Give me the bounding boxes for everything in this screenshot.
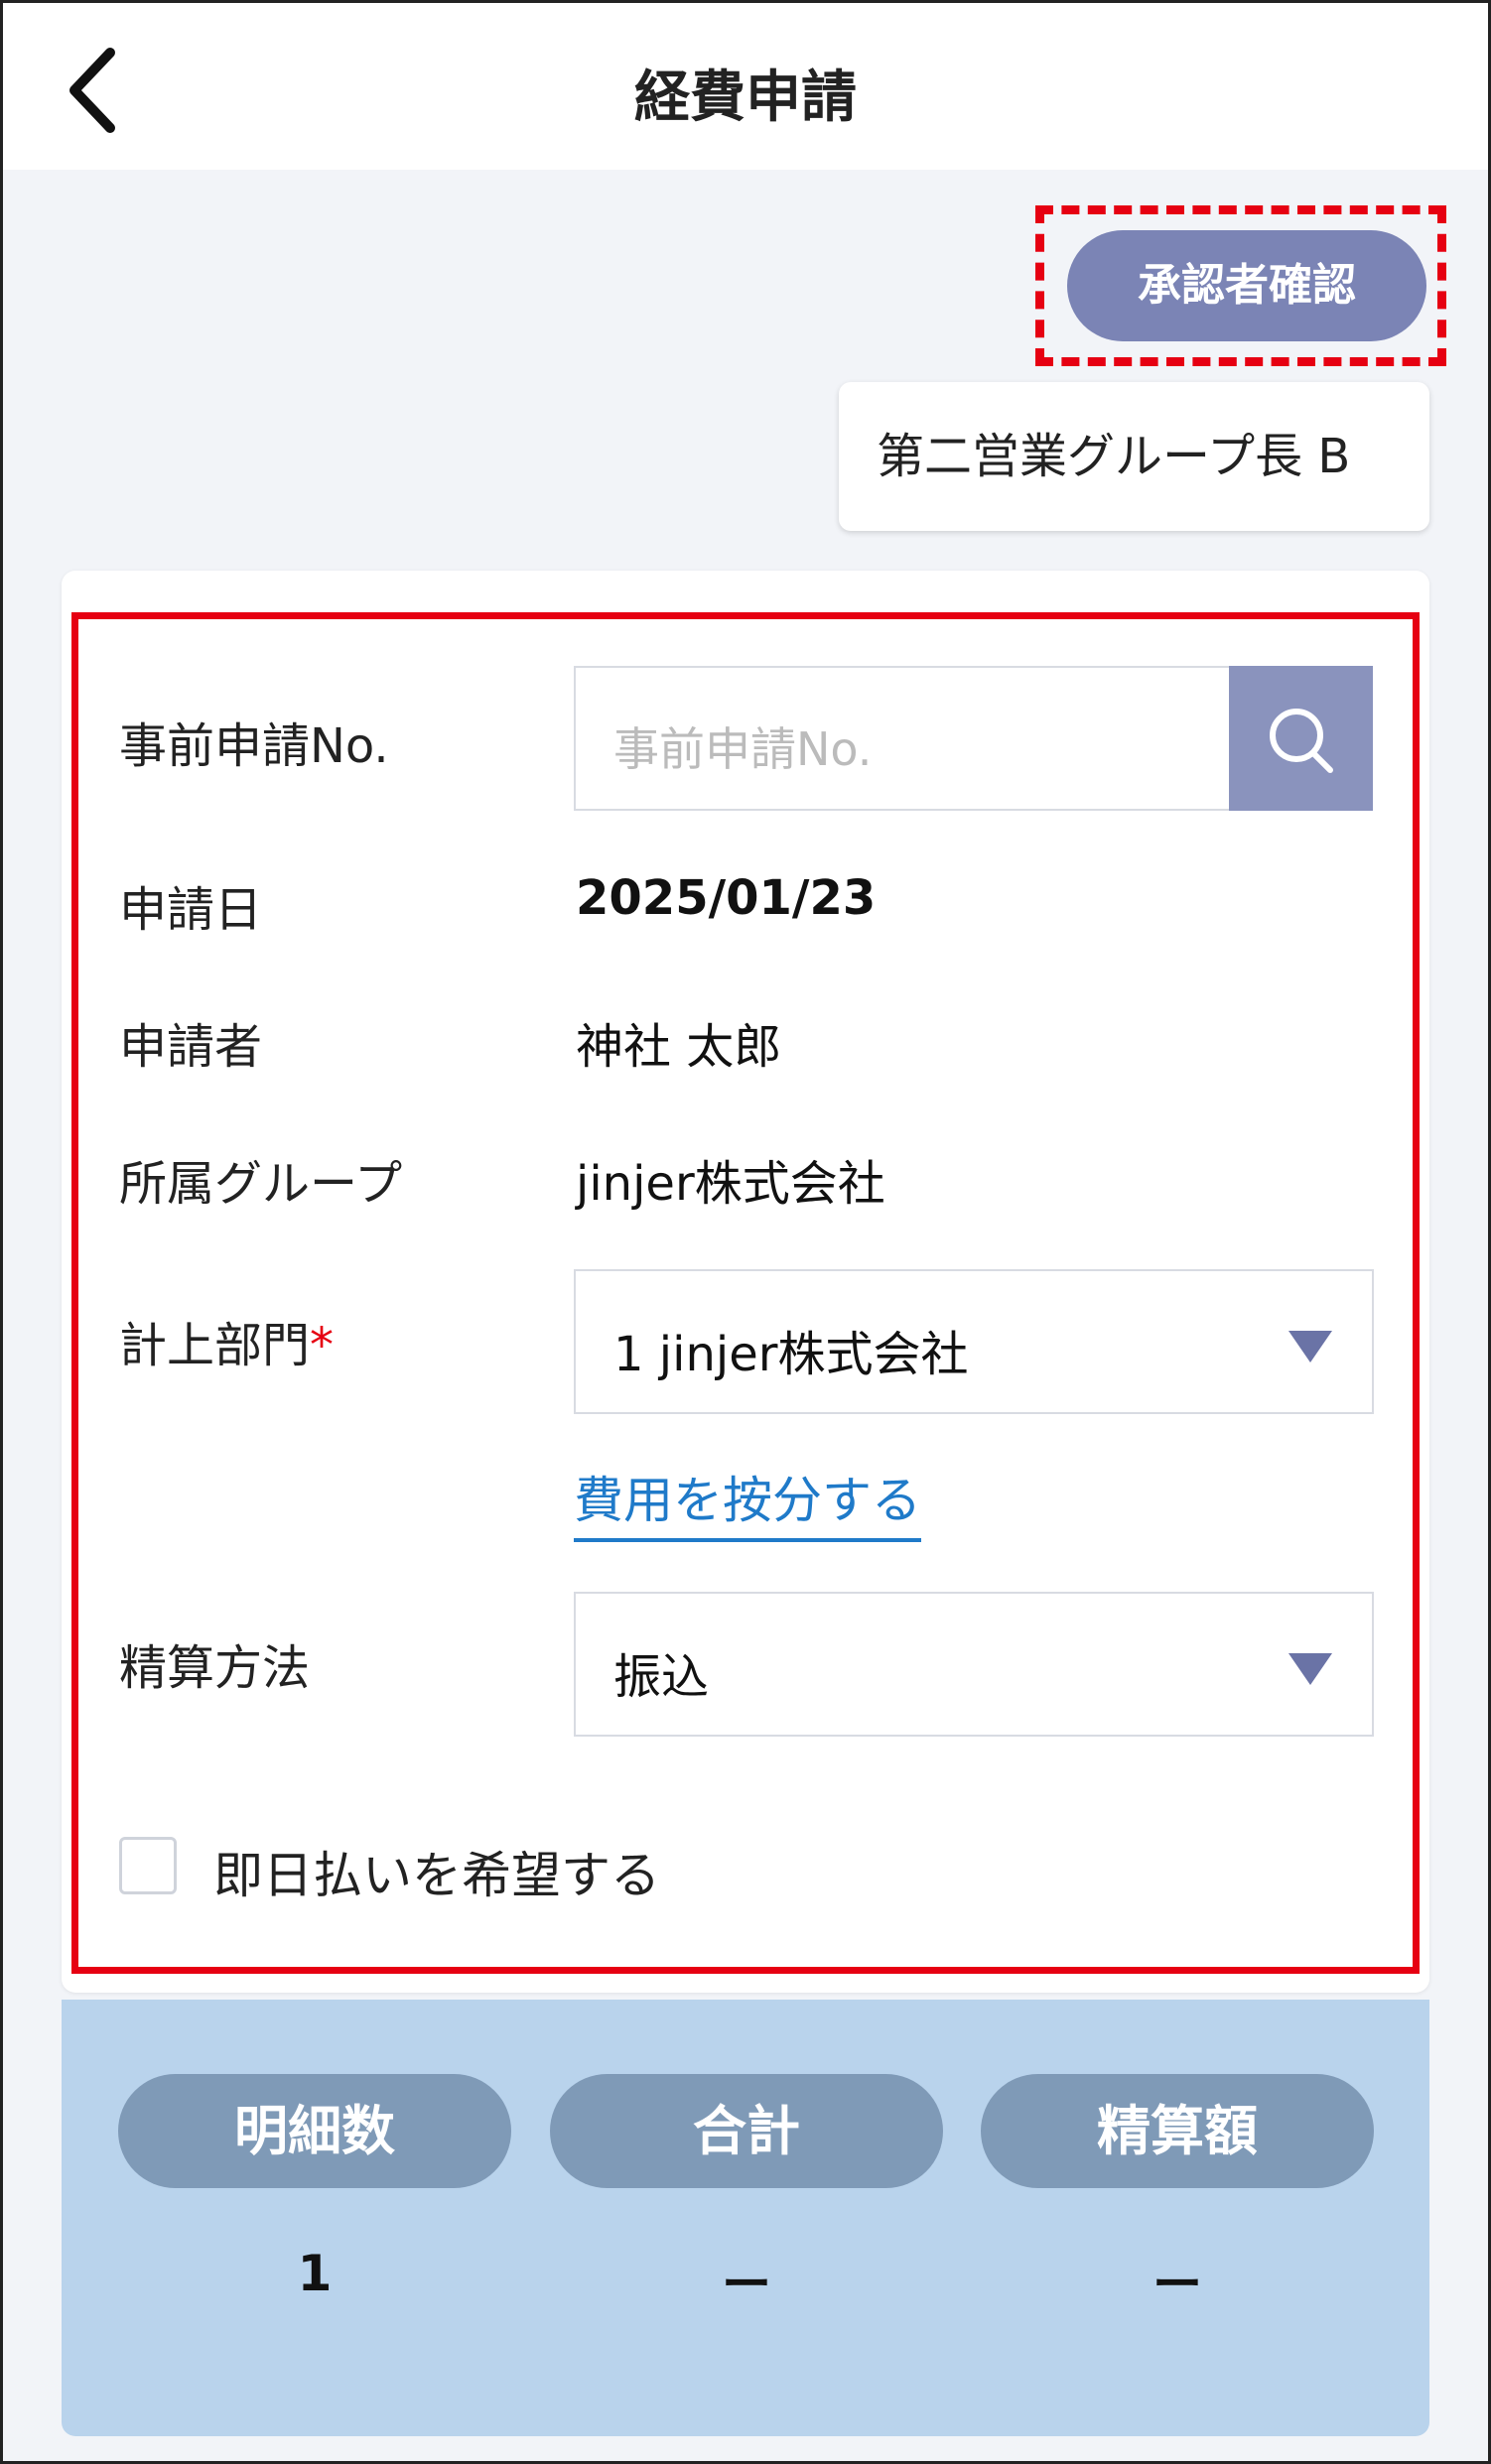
summary-label-total: 合計 bbox=[550, 2074, 943, 2188]
settlement-label: 精算方法 bbox=[119, 1640, 311, 1696]
dept-select-value: 1 jinjer株式会社 bbox=[613, 1327, 969, 1382]
app-date-label: 申請日 bbox=[119, 882, 263, 938]
summary-value-count: 1 bbox=[297, 2245, 333, 2302]
approver-name-card: 第二営業グループ長 B bbox=[839, 382, 1429, 531]
dept-label-text: 計上部門 bbox=[119, 1318, 311, 1373]
page-title: 経費申請 bbox=[634, 65, 857, 130]
search-button[interactable] bbox=[1229, 666, 1373, 811]
dept-select[interactable]: 1 jinjer株式会社 bbox=[574, 1269, 1374, 1414]
approver-confirm-button[interactable]: 承認者確認 bbox=[1067, 230, 1426, 341]
allocate-cost-link[interactable]: 費用を按分する bbox=[574, 1461, 921, 1542]
applicant-label: 申請者 bbox=[119, 1019, 263, 1075]
pre-app-no-label: 事前申請No. bbox=[119, 718, 389, 774]
applicant-value: 神社 太郎 bbox=[576, 1019, 782, 1075]
pre-app-no-input[interactable]: 事前申請No. bbox=[574, 666, 1229, 811]
dropdown-caret-icon bbox=[1288, 1331, 1332, 1362]
header: 経費申請 bbox=[3, 3, 1488, 170]
summary-value-total: ー bbox=[722, 2256, 771, 2313]
summary-value-settlement: ー bbox=[1152, 2256, 1202, 2313]
same-day-payment-label: 即日払いを希望する bbox=[213, 1847, 660, 1904]
pre-app-no-placeholder: 事前申請No. bbox=[613, 722, 873, 776]
search-icon bbox=[1270, 709, 1333, 773]
settlement-select-value: 振込 bbox=[613, 1649, 710, 1705]
settlement-select[interactable]: 振込 bbox=[574, 1592, 1374, 1737]
dept-label: 計上部門* bbox=[119, 1306, 334, 1375]
required-mark: * bbox=[310, 1318, 335, 1373]
summary-label-count: 明細数 bbox=[118, 2074, 511, 2188]
group-value: jinjer株式会社 bbox=[576, 1156, 885, 1212]
group-label: 所属グループ bbox=[119, 1156, 403, 1212]
same-day-payment-checkbox[interactable] bbox=[119, 1837, 177, 1894]
app-date-value: 2025/01/23 bbox=[576, 870, 877, 926]
summary-label-settlement: 精算額 bbox=[981, 2074, 1374, 2188]
summary-panel bbox=[62, 2000, 1429, 2436]
dropdown-caret-icon bbox=[1288, 1653, 1332, 1685]
